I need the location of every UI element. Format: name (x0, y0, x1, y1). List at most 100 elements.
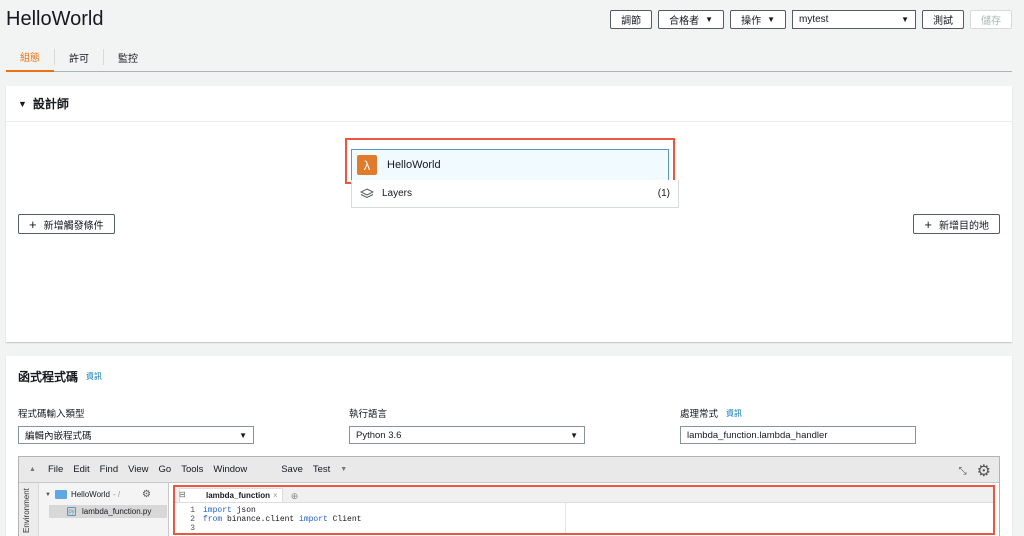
test-button[interactable]: 測試 (922, 10, 964, 29)
function-code-header: 函式程式碼 資訊 (6, 356, 1012, 396)
info-link[interactable]: 資訊 (86, 371, 102, 382)
fullscreen-icon[interactable]: ⤡ (959, 466, 967, 477)
menu-file[interactable]: File (48, 464, 63, 475)
test-event-value: mytest (799, 14, 829, 25)
menu-go[interactable]: Go (159, 464, 172, 475)
menu-edit[interactable]: Edit (73, 464, 89, 475)
close-icon[interactable]: × (273, 491, 278, 500)
chevron-down-icon: ▼ (705, 15, 714, 24)
editor-tab-bar: ⊟ lambda_function × ⊕ (175, 487, 993, 503)
code-area[interactable]: 1 import json 2 from binance.client impo… (175, 503, 993, 533)
caret-down-icon: ▼ (18, 98, 27, 109)
designer-header[interactable]: ▼ 設計師 (6, 86, 1012, 122)
lambda-icon: λ (357, 155, 377, 175)
code-keyword: from (203, 515, 223, 524)
test-event-select[interactable]: mytest ▼ (792, 10, 916, 29)
python-file-icon: py (67, 507, 76, 516)
add-trigger-button[interactable]: + 新增觸發條件 (18, 214, 115, 234)
plus-icon: + (924, 216, 932, 232)
editor-tab-lambda-function[interactable]: lambda_function × (179, 488, 283, 502)
tab-bar: 組態 許可 監控 (6, 42, 1012, 72)
ide-right-icons: ⤡ ⚙ (959, 461, 991, 481)
line-number: 2 (190, 515, 195, 524)
chevron-down-icon: ▼ (570, 430, 578, 440)
save-button[interactable]: 儲存 (970, 10, 1012, 29)
editor-tab-label: lambda_function (206, 491, 271, 500)
runtime-value: Python 3.6 (356, 429, 402, 441)
menu-window[interactable]: Window (213, 464, 247, 475)
line-number: 1 (190, 506, 195, 515)
file-row[interactable]: py lambda_function.py (49, 505, 167, 518)
tab-permissions[interactable]: 許可 (55, 42, 103, 72)
gear-icon[interactable]: ⚙ (977, 461, 991, 481)
handler-label-row: 處理常式 資訊 (680, 406, 916, 421)
line-number: 3 (190, 524, 195, 533)
menu-find[interactable]: Find (100, 464, 118, 475)
plus-icon: + (29, 216, 37, 232)
add-trigger-label: 新增觸發條件 (43, 220, 104, 232)
page-title: HelloWorld (6, 8, 104, 30)
tab-monitoring[interactable]: 監控 (104, 42, 152, 72)
add-destination-label: 新增目的地 (939, 220, 989, 232)
folder-name: HelloWorld (70, 490, 110, 499)
code-keyword: import (299, 515, 328, 524)
chevron-down-icon: ▼ (239, 430, 247, 440)
chevron-down-icon: ▼ (767, 15, 775, 24)
caret-down-icon: ▼ (45, 491, 51, 498)
folder-row[interactable]: ▼ HelloWorld - / ⚙ (45, 489, 151, 500)
chevron-down-icon[interactable]: ▼ (340, 466, 347, 473)
entry-type-value: 編輯內嵌程式碼 (25, 431, 92, 442)
code-keyword: import (203, 506, 232, 515)
designer-panel: ▼ 設計師 λ HelloWorld Layers (1) + 新增觸發條件 +… (6, 86, 1012, 342)
collapse-up-icon[interactable]: ▲ (29, 466, 36, 473)
function-name: HelloWorld (387, 159, 441, 171)
code-line: 2 from binance.client import Client (175, 515, 993, 524)
qualifiers-button[interactable]: 合格者 ▼ (658, 10, 725, 29)
throttle-button[interactable]: 調節 (610, 10, 653, 29)
handler-info-link[interactable]: 資訊 (726, 408, 742, 419)
print-margin (565, 503, 566, 533)
code-settings: 程式碼輸入類型 編輯內嵌程式碼 ▼ 執行語言 Python 3.6 ▼ 處理常式… (18, 406, 1000, 446)
folder-icon (54, 490, 67, 499)
handler-value: lambda_function.lambda_handler (687, 429, 828, 441)
runtime-field: 執行語言 Python 3.6 ▼ (349, 406, 585, 444)
handler-field: 處理常式 資訊 lambda_function.lambda_handler (680, 406, 916, 444)
handler-label: 處理常式 (680, 409, 719, 420)
tab-configuration[interactable]: 組態 (6, 42, 54, 72)
folder-suffix: - / (112, 490, 121, 499)
actions-label: 操作 (741, 16, 762, 27)
environment-sidebar: Environment ▼ HelloWorld - / ⚙ py lambda… (19, 483, 169, 536)
entry-type-field: 程式碼輸入類型 編輯內嵌程式碼 ▼ (18, 406, 254, 444)
code-text: binance.client (222, 515, 300, 524)
chevron-down-icon: ▼ (901, 15, 909, 24)
menu-tools[interactable]: Tools (181, 464, 203, 475)
file-name: lambda_function.py (82, 507, 152, 516)
function-node[interactable]: λ HelloWorld (351, 149, 669, 181)
entry-type-select[interactable]: 編輯內嵌程式碼 ▼ (18, 426, 254, 444)
layers-label: Layers (382, 188, 413, 199)
menu-test[interactable]: Test (313, 464, 330, 475)
add-tab-icon[interactable]: ⊕ (291, 491, 299, 502)
designer-title: 設計師 (32, 97, 69, 111)
entry-type-label: 程式碼輸入類型 (18, 409, 85, 420)
function-highlight: λ HelloWorld (345, 138, 675, 184)
editor-highlight: ⊟ lambda_function × ⊕ 1 import json 2 fr… (173, 485, 995, 535)
runtime-select[interactable]: Python 3.6 ▼ (349, 426, 585, 444)
menu-view[interactable]: View (128, 464, 148, 475)
code-text: json (231, 506, 256, 515)
layers-node[interactable]: Layers (1) (351, 180, 679, 208)
add-destination-button[interactable]: + 新增目的地 (913, 214, 1000, 234)
tab-menu-icon[interactable]: ⊟ (179, 490, 186, 499)
code-line: 3 (175, 524, 993, 533)
function-code-panel: 函式程式碼 資訊 程式碼輸入類型 編輯內嵌程式碼 ▼ 執行語言 Python 3… (6, 356, 1012, 536)
handler-input[interactable]: lambda_function.lambda_handler (680, 426, 916, 444)
layers-count: (1) (657, 188, 670, 199)
menu-save[interactable]: Save (281, 464, 303, 475)
gear-icon[interactable]: ⚙ (142, 489, 151, 500)
top-actions: 調節 合格者 ▼ 操作 ▼ mytest ▼ 測試 儲存 (610, 10, 1012, 29)
function-code-title: 函式程式碼 (18, 369, 79, 384)
qualifiers-label: 合格者 (669, 16, 700, 27)
actions-button[interactable]: 操作 ▼ (730, 10, 786, 29)
environment-tab[interactable]: Environment (19, 483, 39, 536)
code-line: 1 import json (175, 506, 993, 515)
